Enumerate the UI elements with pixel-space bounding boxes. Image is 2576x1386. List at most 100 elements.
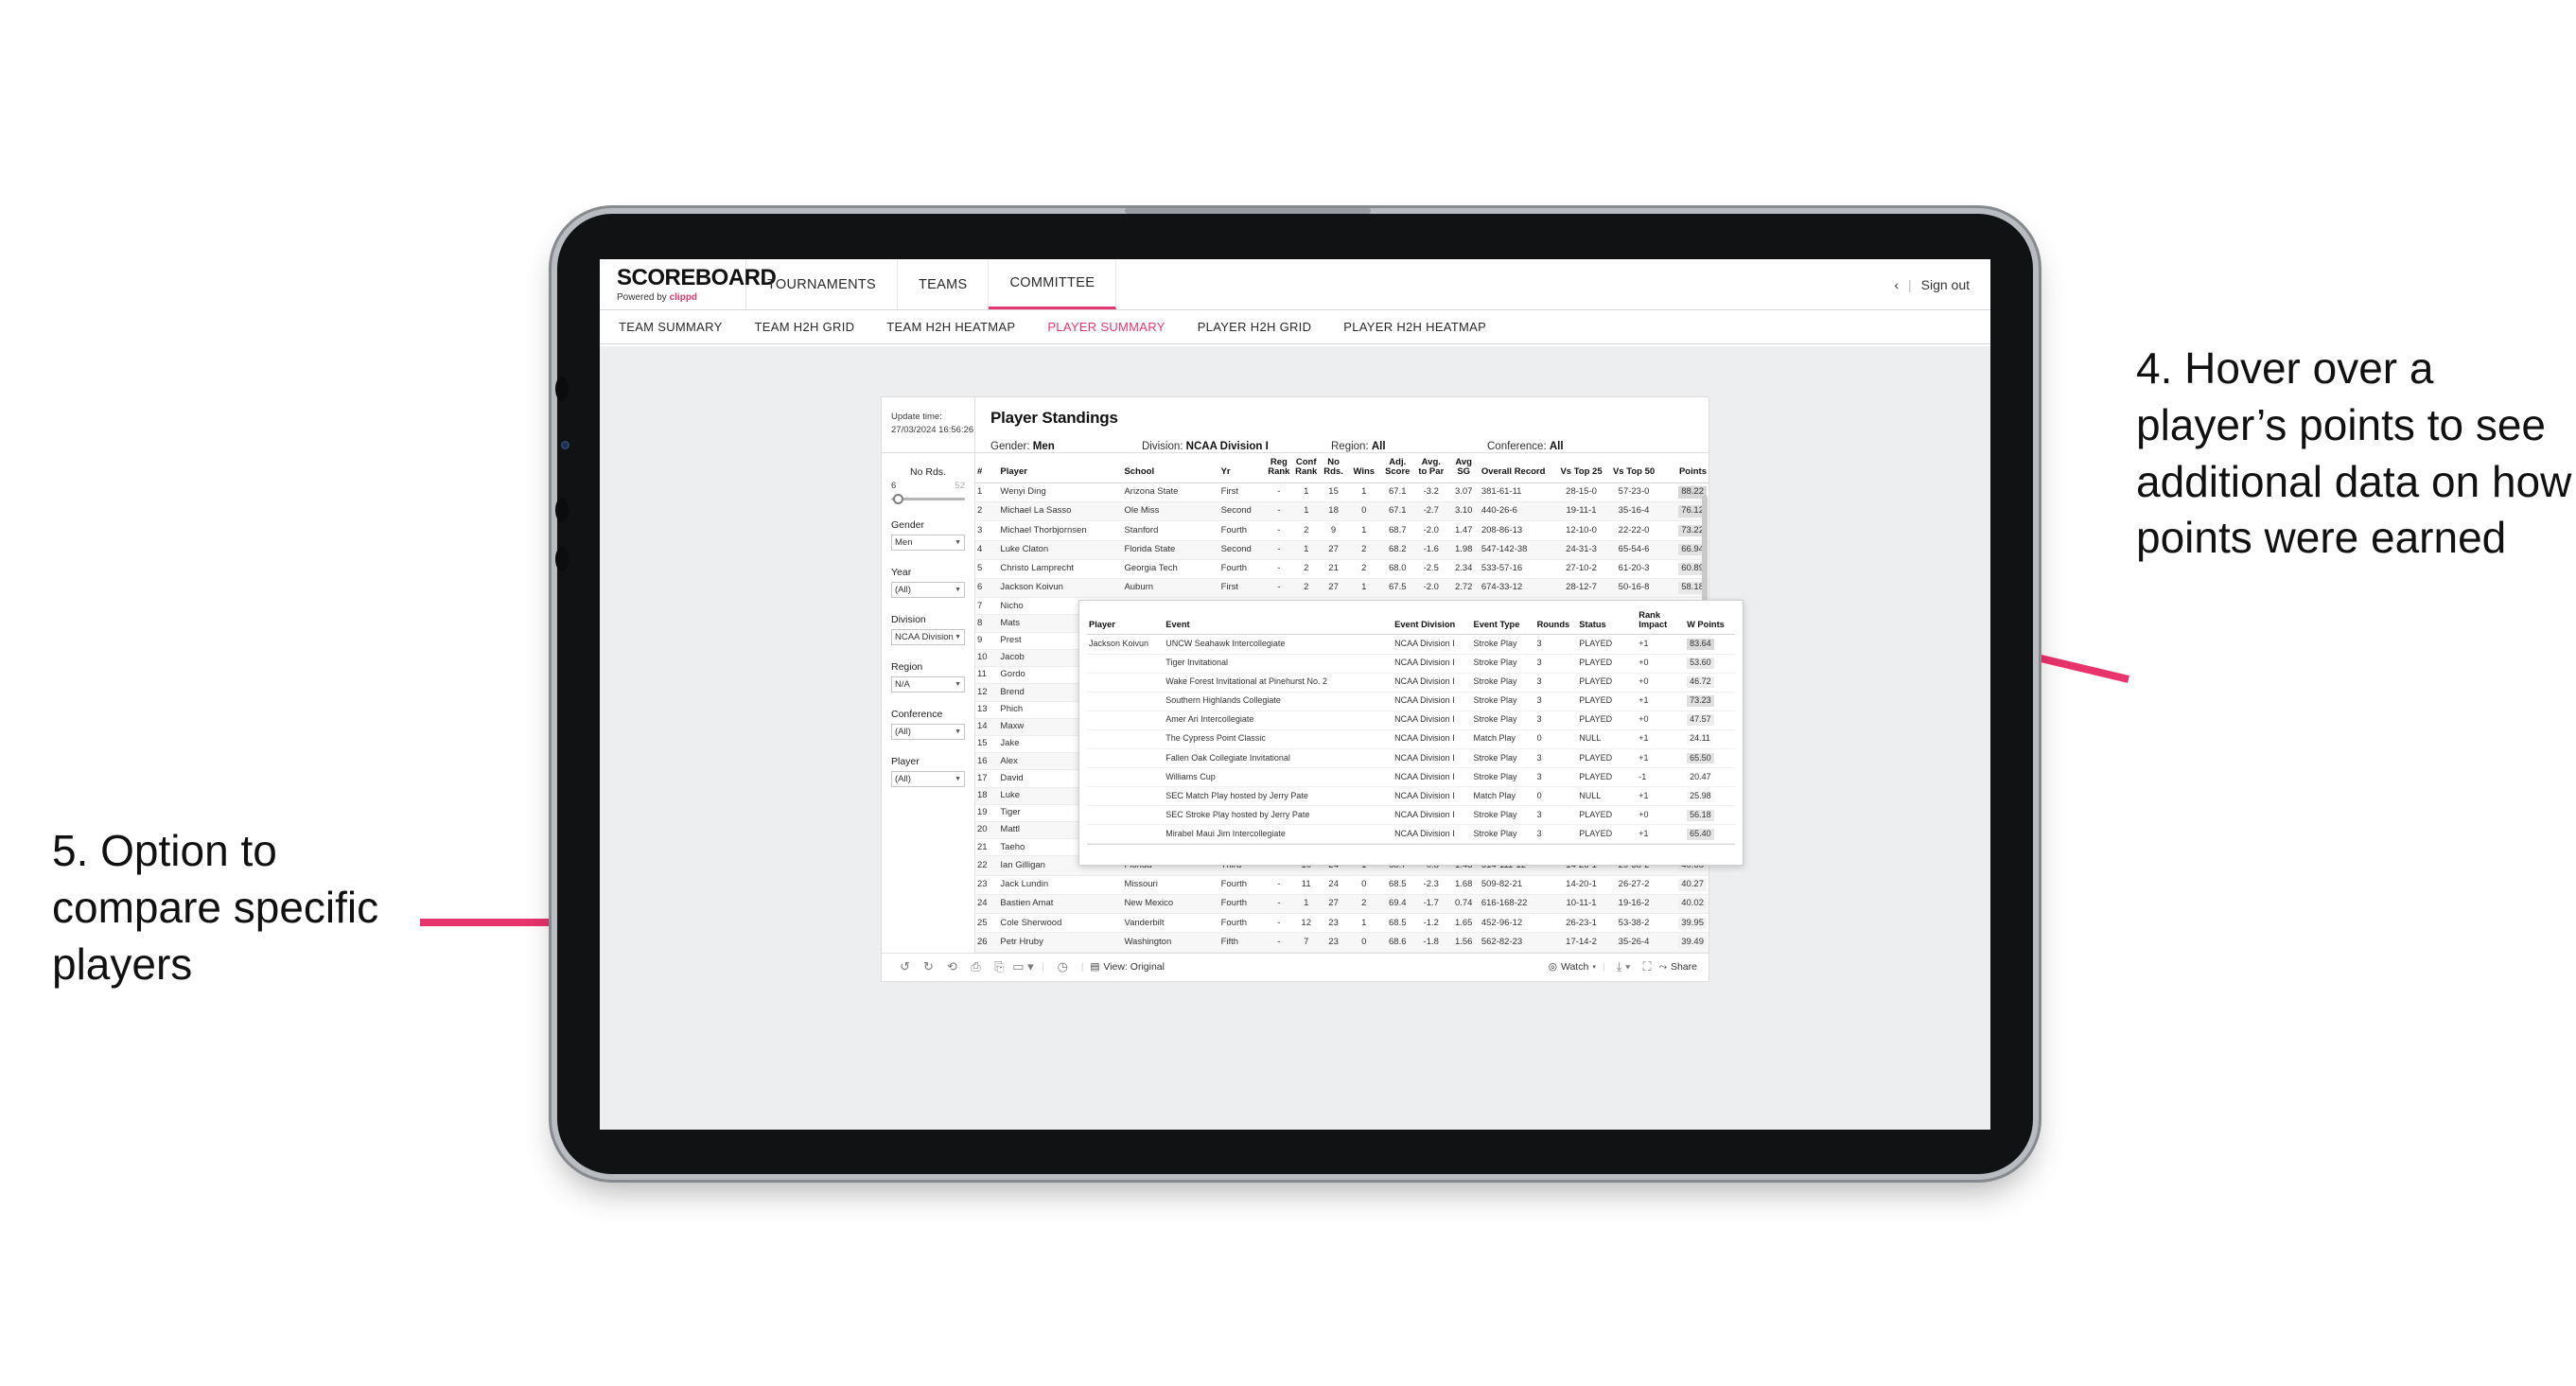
tooltip-row: Amer Ari Intercollegiate NCAA Division IS… (1087, 711, 1735, 730)
row-avg-to-par: -1.7 (1414, 894, 1448, 915)
filter-gender[interactable]: Gender Men ▼ (891, 519, 965, 551)
tab-player-h2h-grid[interactable]: PLAYER H2H GRID (1198, 320, 1312, 334)
col-vs-top-50[interactable]: Vs Top 50 (1607, 453, 1660, 483)
col-rank[interactable]: # (975, 453, 999, 483)
watch-button[interactable]: ◎ Watch ▾ (1549, 961, 1596, 973)
tab-player-summary[interactable]: PLAYER SUMMARY (1047, 320, 1165, 334)
row-points[interactable]: 39.95 (1659, 913, 1709, 934)
filter-player-select[interactable]: (All) ▼ (891, 771, 965, 787)
viz-body: No Rds. 6 52 Gender Men ▼ Year (All) ▼ D… (882, 452, 1744, 953)
tt-event-type: Stroke Play (1471, 634, 1535, 655)
filter-year-label: Year (891, 567, 912, 578)
filter-year[interactable]: Year (All) ▼ (891, 567, 965, 598)
col-conf-rank[interactable]: Conf Rank (1292, 453, 1321, 483)
row-avg-sg: 1.65 (1447, 913, 1480, 934)
row-points[interactable]: 39.49 (1659, 932, 1709, 953)
row-player: Petr Hruby (998, 932, 1123, 953)
nav-item-committee[interactable]: COMMITTEE (989, 259, 1117, 309)
table-row[interactable]: 3 Michael Thorbjornsen Stanford Fourth -2 9 1 6… (975, 520, 1709, 541)
row-overall-record: 616-168-22 (1479, 894, 1555, 915)
fullscreen-icon[interactable]: ⛶ (1636, 959, 1659, 974)
tab-team-summary[interactable]: TEAM SUMMARY (619, 320, 723, 334)
filter-gender-select[interactable]: Men ▼ (891, 535, 965, 551)
filter-conference-value: (All) (895, 727, 911, 737)
col-overall-record[interactable]: Overall Record (1479, 453, 1555, 483)
history-icon[interactable]: ◷ (1051, 959, 1075, 974)
col-yr[interactable]: Yr (1218, 453, 1266, 483)
filter-year-select[interactable]: (All) ▼ (891, 582, 965, 598)
undo-icon[interactable]: ↺ (893, 959, 917, 974)
row-rank: 14 (975, 718, 999, 736)
refresh-icon[interactable]: ⎙ (964, 959, 988, 974)
tt-w-points: 65.40 (1685, 824, 1735, 845)
filter-region[interactable]: Region N/A ▼ (891, 661, 965, 693)
revert-icon[interactable]: ⟲ (940, 959, 964, 974)
row-rank: 2 (975, 501, 999, 522)
table-row[interactable]: 25 Cole Sherwood Vanderbilt Fourth -12 23 1 68.… (975, 913, 1709, 934)
brand-logo[interactable]: SCOREBOARD Powered by clippd (600, 259, 777, 309)
tab-team-h2h-heatmap[interactable]: TEAM H2H HEATMAP (886, 320, 1015, 334)
row-points[interactable]: 40.27 (1659, 875, 1709, 895)
table-row[interactable]: 24 Bastien Amat New Mexico Fourth -1 27 2 69.4-… (975, 894, 1709, 915)
col-vs-top-25[interactable]: Vs Top 25 (1554, 453, 1608, 483)
summary-region: Region: All (1331, 441, 1487, 452)
view-original-button[interactable]: ▤ View: Original (1090, 961, 1165, 973)
share-label: Share (1670, 961, 1697, 974)
tt-event: Mirabel Maui Jim Intercollegiate (1164, 824, 1393, 845)
filter-conference[interactable]: Conference (All) ▼ (891, 709, 965, 740)
filter-division[interactable]: Division NCAA Division I ▼ (891, 614, 965, 645)
slider-handle[interactable] (893, 494, 903, 504)
redo-icon[interactable]: ↻ (917, 959, 940, 974)
table-row[interactable]: 2 Michael La Sasso Ole Miss Second -1 18 0 67.1… (975, 501, 1709, 522)
col-reg-rank[interactable]: Reg Rank (1265, 453, 1293, 483)
nav-item-tournaments[interactable]: TOURNAMENTS (746, 259, 899, 309)
download-icon[interactable]: ⤓ ▾ (1612, 959, 1636, 974)
table-row[interactable]: 6 Jackson Koivun Auburn First -2 27 1 67.5 -2.0 2… (975, 578, 1709, 599)
chevron-down-icon: ▼ (955, 539, 961, 546)
filter-player[interactable]: Player (All) ▼ (891, 756, 965, 787)
col-wins[interactable]: Wins (1347, 453, 1381, 483)
tt-player (1087, 748, 1165, 768)
row-reg-rank: - (1265, 520, 1293, 541)
tt-rank-impact: +1 (1637, 748, 1686, 768)
row-avg-to-par: -2.3 (1414, 875, 1448, 895)
table-row[interactable]: 5 Christo Lamprecht Georgia Tech Fourth -2 21… (975, 559, 1709, 579)
row-points[interactable]: 40.02 (1659, 894, 1709, 915)
col-points[interactable]: Points (1659, 453, 1709, 483)
col-school[interactable]: School (1122, 453, 1219, 483)
summary-region-label: Region: (1331, 441, 1369, 452)
tt-status: PLAYED (1577, 654, 1638, 674)
row-rank: 20 (975, 821, 999, 840)
clippd-brand: clippd (669, 292, 698, 303)
table-row[interactable]: 26 Petr Hruby Washington Fifth -7 23 0 68.6 -1.8… (975, 932, 1709, 953)
table-row[interactable]: 1 Wenyi Ding Arizona State First -1 15 1 67.1 -3… (975, 482, 1709, 503)
col-player[interactable]: Player (998, 453, 1123, 483)
tt-status: PLAYED (1577, 711, 1638, 730)
sign-out-link[interactable]: Sign out (1921, 277, 1970, 292)
filter-region-select[interactable]: N/A ▼ (891, 676, 965, 693)
slider-track[interactable] (891, 494, 965, 504)
annotation-right: 4. Hover over a player’s points to see a… (2136, 343, 2572, 563)
tooltip-row: The Cypress Point Classic NCAA Division I… (1087, 729, 1735, 749)
tab-player-h2h-heatmap[interactable]: PLAYER H2H HEATMAP (1343, 320, 1486, 334)
table-row[interactable]: 4 Luke Claton Florida State Second -1 27 2 68.2… (975, 540, 1709, 560)
col-avg-to-par[interactable]: Avg. to Par (1414, 453, 1448, 483)
col-avg-sg[interactable]: Avg SG (1447, 453, 1480, 483)
filter-conference-select[interactable]: (All) ▼ (891, 724, 965, 740)
tt-event-type: Match Play (1471, 786, 1535, 807)
summary-division-value: NCAA Division I (1185, 441, 1269, 452)
device-layout-icon[interactable]: ▭ ▾ (1011, 959, 1035, 974)
col-adj-score[interactable]: Adj. Score (1380, 453, 1415, 483)
row-no-rds: 23 (1320, 913, 1347, 934)
filter-division-select[interactable]: NCAA Division I ▼ (891, 629, 965, 645)
pause-updates-icon[interactable]: ⎘ (988, 959, 1011, 974)
tab-team-h2h-grid[interactable]: TEAM H2H GRID (755, 320, 855, 334)
nav-item-teams[interactable]: TEAMS (898, 259, 990, 309)
tooltip-row: Williams Cup NCAA Division I Stroke Play 3 P… (1087, 767, 1735, 788)
user-caret-icon[interactable]: ‹ (1894, 277, 1899, 292)
no-rounds-slider[interactable]: No Rds. 6 52 (891, 466, 965, 504)
col-no-rds[interactable]: No Rds. (1320, 453, 1347, 483)
row-avg-to-par: -2.0 (1414, 520, 1448, 541)
table-row[interactable]: 23 Jack Lundin Missouri Fourth -11 24 0 68.5 -2.… (975, 875, 1709, 895)
share-button[interactable]: ⤳ Share (1659, 961, 1697, 974)
